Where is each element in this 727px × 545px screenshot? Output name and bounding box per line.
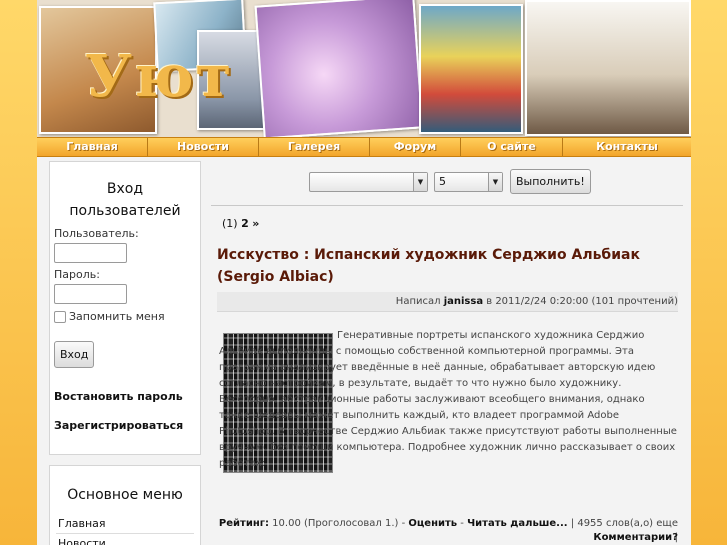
read-more-link[interactable]: Читать дальше... [467, 518, 568, 529]
header-photo-painted-room [254, 0, 424, 137]
meta-date: в 2011/2/24 0:20:00 (101 прочтений) [486, 296, 678, 307]
remember-me[interactable]: Запомнить меня [54, 310, 196, 323]
chevron-down-icon: ▼ [413, 172, 427, 191]
remember-label: Запомнить меня [69, 310, 165, 323]
restore-password-link[interactable]: Востановить пароль [54, 390, 196, 403]
comments-link[interactable]: Комментарии? [217, 532, 678, 543]
nav-item-forum[interactable]: Форум [370, 138, 461, 156]
execute-button[interactable]: Выполнить! [510, 169, 591, 194]
site-logo[interactable]: Уют [85, 42, 233, 110]
divider [211, 205, 683, 206]
nav-item-news[interactable]: Новости [148, 138, 259, 156]
article-author[interactable]: janissa [444, 296, 483, 307]
header-photo-kitchen [525, 0, 691, 136]
rating-value: 10.00 (Проголосовал 1.) - [272, 518, 406, 529]
nav-item-gallery[interactable]: Галерея [259, 138, 370, 156]
main-menu-title: Основное меню [67, 487, 183, 503]
article-title[interactable]: Исскуство : Испанский художник Серджио А… [217, 244, 685, 288]
nav-item-home[interactable]: Главная [37, 138, 148, 156]
login-box: Вход пользователей Пользователь: Пароль:… [49, 161, 201, 455]
rating-label: Рейтинг: [218, 518, 269, 529]
nav-item-about[interactable]: О сайте [461, 138, 563, 156]
nav-item-contacts[interactable]: Контакты [563, 138, 691, 156]
remember-checkbox[interactable] [54, 310, 66, 323]
username-input[interactable] [54, 243, 127, 263]
meta-prefix: Написал [395, 296, 441, 307]
main-menu-item-home[interactable]: Главная [56, 514, 194, 534]
password-label: Пароль: [54, 268, 100, 281]
login-button[interactable]: Вход [54, 341, 95, 368]
pagination: (1) 2 » [222, 217, 259, 230]
page-link-2[interactable]: 2 [241, 217, 249, 230]
chevron-down-icon: ▼ [488, 172, 502, 191]
right-border-decoration [691, 0, 727, 545]
left-border-decoration [0, 0, 37, 545]
page-container: Уют Главная Новости Галерея Форум О сайт… [37, 0, 691, 545]
register-link[interactable]: Зарегистрироваться [54, 419, 196, 432]
login-title: Вход пользователей [69, 181, 181, 219]
category-select[interactable]: ▼ [309, 171, 428, 192]
header-photo-paint-cans [419, 4, 523, 134]
article-meta: Написал janissa в 2011/2/24 0:20:00 (101… [217, 292, 678, 312]
count-select-value: 5 [439, 174, 446, 188]
filter-toolbar: ▼ 5 ▼ Выполнить! [309, 169, 591, 194]
page-next-link[interactable]: » [252, 217, 259, 230]
main-menu-item-news[interactable]: Новости [56, 534, 194, 545]
main-menu-box: Основное меню Главная Новости [49, 465, 201, 545]
password-input[interactable] [54, 284, 127, 304]
page-current: (1) [222, 217, 238, 230]
top-navigation: Главная Новости Галерея Форум О сайте Ко… [37, 137, 691, 157]
article-body: Генеративные портреты испанского художни… [219, 330, 677, 469]
rate-link[interactable]: Оценить [408, 518, 457, 529]
username-label: Пользователь: [54, 227, 139, 240]
header-banner: Уют [37, 0, 691, 137]
count-select[interactable]: 5 ▼ [434, 171, 503, 192]
